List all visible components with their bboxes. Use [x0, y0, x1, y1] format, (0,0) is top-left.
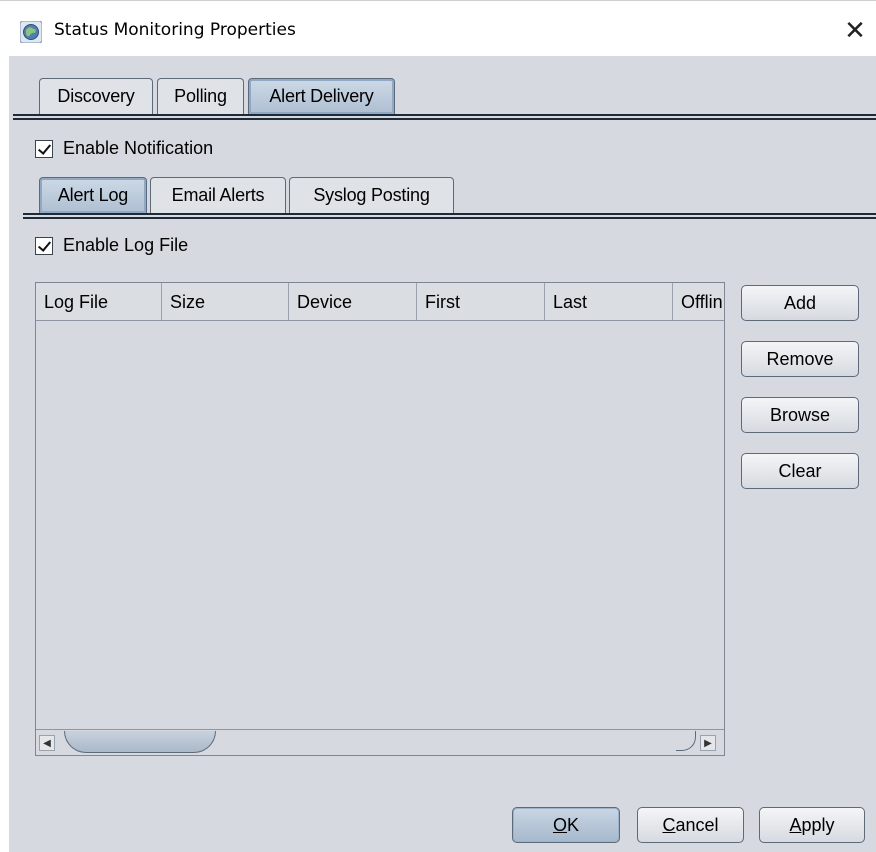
sub-tab-divider [23, 213, 876, 219]
enable-log-file-checkbox[interactable]: Enable Log File [35, 235, 188, 256]
window-title: Status Monitoring Properties [54, 20, 296, 40]
tab-discovery[interactable]: Discovery [39, 78, 153, 114]
close-button[interactable]: ✕ [838, 13, 872, 47]
scroll-left-arrow-icon[interactable]: ◀ [39, 735, 55, 751]
column-header-offline[interactable]: Offlin [673, 283, 724, 320]
ok-label: K [567, 814, 580, 835]
enable-notification-label: Enable Notification [63, 138, 214, 158]
table-header: Log File Size Device First Last Offlin [36, 283, 724, 321]
title-bar: Status Monitoring Properties ✕ [0, 0, 876, 56]
tab-label: Alert Delivery [269, 86, 374, 106]
enable-log-file-label: Enable Log File [63, 235, 189, 255]
tab-label: Polling [174, 86, 227, 106]
scrollbar-thumb[interactable] [64, 731, 216, 753]
tab-alert-delivery[interactable]: Alert Delivery [248, 78, 395, 114]
tab-label: Alert Log [57, 185, 129, 205]
column-header-size[interactable]: Size [162, 283, 289, 320]
tab-syslog-posting[interactable]: Syslog Posting [289, 177, 454, 213]
add-button[interactable]: Add [741, 285, 859, 321]
main-tab-divider [13, 114, 876, 120]
scrollbar-track-end [676, 731, 696, 751]
tab-label: Email Alerts [171, 185, 265, 205]
checkbox-checked-icon [35, 236, 53, 255]
tab-label: Discovery [57, 86, 135, 106]
tab-email-alerts[interactable]: Email Alerts [150, 177, 286, 213]
cancel-mnemonic: C [662, 814, 676, 835]
ok-button[interactable]: OK [512, 807, 620, 843]
browse-button[interactable]: Browse [741, 397, 859, 433]
dialog-body: Discovery Polling Alert Delivery Enable … [9, 56, 876, 852]
apply-button[interactable]: Apply [759, 807, 865, 843]
tab-label: Syslog Posting [313, 185, 430, 205]
status-monitor-app-icon [20, 21, 42, 43]
log-file-table[interactable]: Log File Size Device First Last Offlin ◀… [35, 282, 725, 756]
column-header-first[interactable]: First [417, 283, 545, 320]
scroll-right-arrow-icon[interactable]: ▶ [700, 735, 716, 751]
remove-button[interactable]: Remove [741, 341, 859, 377]
apply-mnemonic: A [789, 814, 802, 835]
apply-label: pply [801, 814, 835, 835]
table-body[interactable] [36, 321, 724, 729]
clear-button[interactable]: Clear [741, 453, 859, 489]
tab-polling[interactable]: Polling [157, 78, 244, 114]
cancel-button[interactable]: Cancel [637, 807, 744, 843]
horizontal-scrollbar[interactable]: ◀ ▶ [36, 729, 724, 755]
close-icon: ✕ [844, 15, 866, 45]
ok-mnemonic: O [552, 814, 567, 835]
tab-alert-log[interactable]: Alert Log [39, 177, 147, 213]
column-header-device[interactable]: Device [289, 283, 417, 320]
enable-notification-checkbox[interactable]: Enable Notification [35, 138, 213, 159]
cancel-label: ancel [675, 814, 719, 835]
column-header-last[interactable]: Last [545, 283, 673, 320]
column-header-log-file[interactable]: Log File [36, 283, 162, 320]
checkbox-checked-icon [35, 139, 53, 158]
